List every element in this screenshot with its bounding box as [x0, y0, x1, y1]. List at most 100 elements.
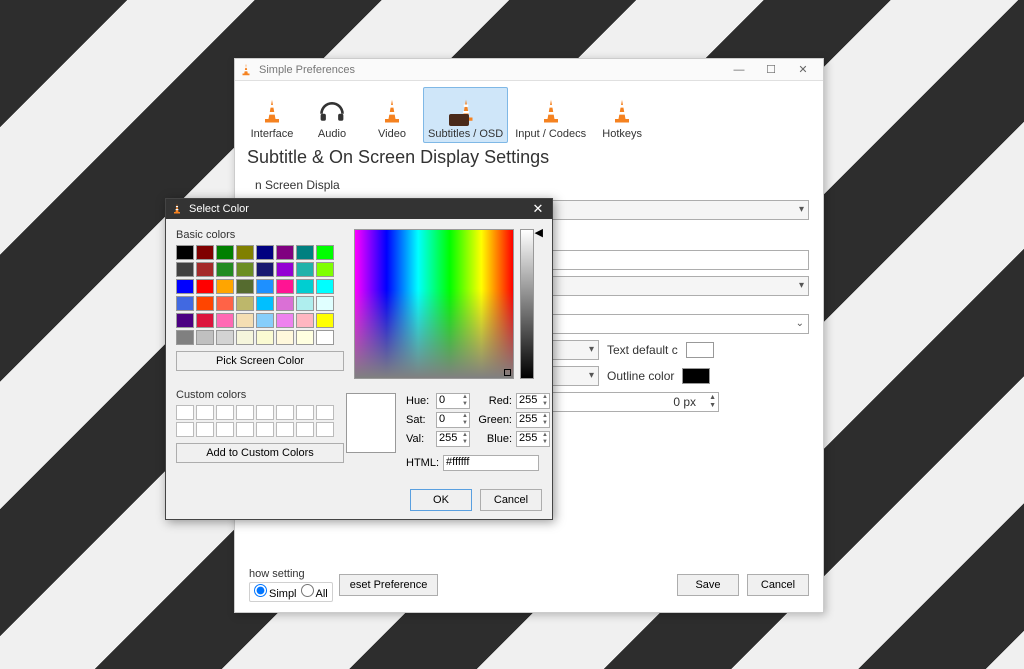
basic-color-swatch[interactable] [196, 296, 214, 311]
custom-color-slot[interactable] [216, 422, 234, 437]
basic-color-swatch[interactable] [296, 313, 314, 328]
basic-color-swatch[interactable] [176, 262, 194, 277]
tab-hotkeys[interactable]: Hotkeys [593, 87, 651, 143]
basic-color-swatch[interactable] [216, 245, 234, 260]
basic-colors-grid [176, 245, 344, 345]
basic-color-swatch[interactable] [216, 313, 234, 328]
basic-color-swatch[interactable] [256, 313, 274, 328]
custom-color-slot[interactable] [216, 405, 234, 420]
basic-color-swatch[interactable] [276, 330, 294, 345]
outline-color-swatch[interactable] [682, 368, 710, 384]
custom-color-slot[interactable] [196, 405, 214, 420]
basic-color-swatch[interactable] [256, 262, 274, 277]
ok-button[interactable]: OK [410, 489, 472, 511]
basic-color-swatch[interactable] [276, 262, 294, 277]
custom-color-slot[interactable] [236, 422, 254, 437]
custom-color-slot[interactable] [196, 422, 214, 437]
custom-color-slot[interactable] [256, 422, 274, 437]
val-input[interactable]: 255▲▼ [436, 431, 470, 447]
tab-audio[interactable]: Audio [303, 87, 361, 143]
custom-colors-grid [176, 405, 344, 437]
radio-simple[interactable]: Simpl [254, 584, 297, 600]
basic-color-swatch[interactable] [296, 296, 314, 311]
basic-color-swatch[interactable] [256, 296, 274, 311]
basic-color-swatch[interactable] [236, 296, 254, 311]
basic-color-swatch[interactable] [296, 330, 314, 345]
basic-color-swatch[interactable] [276, 279, 294, 294]
basic-color-swatch[interactable] [176, 330, 194, 345]
close-button[interactable]: ✕ [787, 61, 819, 79]
basic-color-swatch[interactable] [276, 245, 294, 260]
tab-video[interactable]: Video [363, 87, 421, 143]
red-input[interactable]: 255▲▼ [516, 393, 550, 409]
basic-color-swatch[interactable] [176, 245, 194, 260]
green-input[interactable]: 255▲▼ [516, 412, 550, 428]
basic-color-swatch[interactable] [196, 245, 214, 260]
custom-color-slot[interactable] [276, 405, 294, 420]
basic-color-swatch[interactable] [176, 296, 194, 311]
pick-screen-color-button[interactable]: Pick Screen Color [176, 351, 344, 371]
basic-color-swatch[interactable] [236, 262, 254, 277]
tab-interface[interactable]: Interface [243, 87, 301, 143]
value-strip[interactable]: ◀ [520, 229, 534, 379]
text-color-swatch[interactable] [686, 342, 714, 358]
basic-color-swatch[interactable] [316, 296, 334, 311]
cancel-button[interactable]: Cancel [747, 574, 809, 596]
basic-color-swatch[interactable] [316, 313, 334, 328]
maximize-button[interactable]: ☐ [755, 61, 787, 79]
basic-color-swatch[interactable] [196, 330, 214, 345]
basic-color-swatch[interactable] [196, 279, 214, 294]
custom-color-slot[interactable] [256, 405, 274, 420]
radio-all[interactable]: All [301, 584, 328, 600]
basic-color-swatch[interactable] [196, 262, 214, 277]
reset-preferences-button[interactable]: eset Preference [339, 574, 439, 596]
basic-color-swatch[interactable] [236, 313, 254, 328]
sat-input[interactable]: 0▲▼ [436, 412, 470, 428]
basic-color-swatch[interactable] [216, 330, 234, 345]
basic-color-swatch[interactable] [316, 262, 334, 277]
basic-color-swatch[interactable] [196, 313, 214, 328]
basic-color-swatch[interactable] [236, 245, 254, 260]
basic-color-swatch[interactable] [256, 245, 274, 260]
basic-color-swatch[interactable] [296, 245, 314, 260]
basic-color-swatch[interactable] [216, 279, 234, 294]
tab-input-codecs[interactable]: Input / Codecs [510, 87, 591, 143]
basic-color-swatch[interactable] [296, 262, 314, 277]
custom-color-slot[interactable] [176, 405, 194, 420]
basic-color-swatch[interactable] [256, 330, 274, 345]
basic-color-swatch[interactable] [256, 279, 274, 294]
add-to-custom-colors-button[interactable]: Add to Custom Colors [176, 443, 344, 463]
basic-color-swatch[interactable] [216, 296, 234, 311]
basic-color-swatch[interactable] [316, 245, 334, 260]
basic-color-swatch[interactable] [296, 279, 314, 294]
basic-color-swatch[interactable] [216, 262, 234, 277]
custom-color-slot[interactable] [296, 422, 314, 437]
basic-color-swatch[interactable] [176, 279, 194, 294]
color-dialog-close-button[interactable]: ✕ [529, 201, 547, 217]
html-input[interactable]: #ffffff [443, 455, 539, 471]
custom-color-slot[interactable] [316, 422, 334, 437]
basic-color-swatch[interactable] [276, 296, 294, 311]
tab-subtitles-osd[interactable]: Subtitles / OSD [423, 87, 508, 143]
custom-color-slot[interactable] [236, 405, 254, 420]
custom-color-slot[interactable] [316, 405, 334, 420]
color-cancel-button[interactable]: Cancel [480, 489, 542, 511]
blue-input[interactable]: 255▲▼ [516, 431, 550, 447]
basic-color-swatch[interactable] [236, 330, 254, 345]
basic-color-swatch[interactable] [316, 279, 334, 294]
prefs-toolbar: Interface Audio Video Subtitles / OSD In… [235, 81, 823, 145]
val-label: Val: [406, 433, 432, 445]
gradient-crosshair[interactable] [504, 369, 511, 376]
basic-color-swatch[interactable] [316, 330, 334, 345]
custom-color-slot[interactable] [176, 422, 194, 437]
hue-input[interactable]: 0▲▼ [436, 393, 470, 409]
save-button[interactable]: Save [677, 574, 739, 596]
minimize-button[interactable]: — [723, 61, 755, 79]
custom-color-slot[interactable] [296, 405, 314, 420]
basic-color-swatch[interactable] [276, 313, 294, 328]
color-gradient-picker[interactable] [354, 229, 514, 379]
chevron-down-icon: ▾ [589, 370, 594, 381]
basic-color-swatch[interactable] [176, 313, 194, 328]
custom-color-slot[interactable] [276, 422, 294, 437]
basic-color-swatch[interactable] [236, 279, 254, 294]
